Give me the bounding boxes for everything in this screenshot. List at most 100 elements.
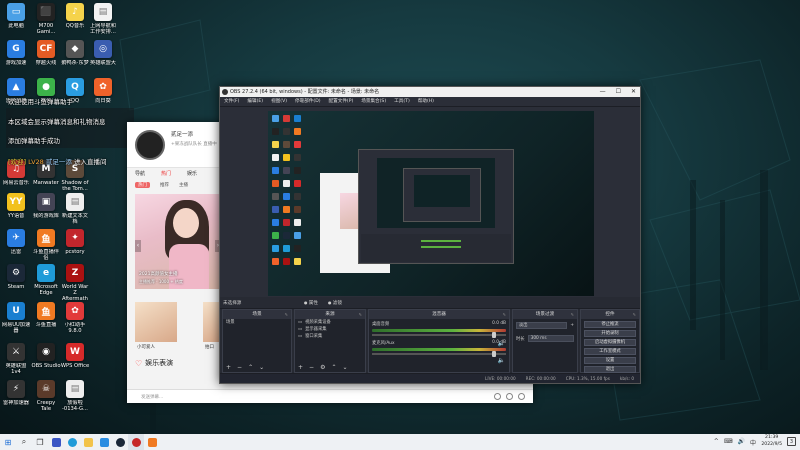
menu-file[interactable]: 文件(F) <box>224 97 239 106</box>
desktop-icon[interactable]: ⬛ M700 Gami... <box>31 3 61 35</box>
menu-help[interactable]: 帮助(H) <box>418 97 434 106</box>
menu-docks[interactable]: 停靠部件(D) <box>295 97 321 106</box>
desktop-icon[interactable]: YY YY语音 <box>1 193 31 219</box>
desktop-icon[interactable]: CF 穿越火线 <box>31 40 61 66</box>
desktop-icon[interactable]: ▤ 新建文本文 档 <box>60 193 90 225</box>
task-view-icon[interactable]: ❐ <box>32 434 48 450</box>
obs-titlebar[interactable]: OBS 27.2.4 (64 bit, windows) - 配置文件: 未命名… <box>220 87 640 97</box>
desktop-icon[interactable]: ⚡ 雷神加速器 <box>1 380 31 406</box>
desktop-icon[interactable]: 鱼斗鱼直播 <box>31 302 61 328</box>
tab-nav[interactable]: 导航 <box>135 170 145 177</box>
desktop-icon[interactable]: ⚔ 英雄联盟 1v4 <box>1 343 31 375</box>
stop-streaming-button[interactable]: 停止推流 <box>584 321 636 328</box>
add-icon[interactable]: + <box>226 364 231 371</box>
close-icon[interactable]: ✕ <box>631 87 636 97</box>
source-item[interactable]: ▭ 视频采集设备 <box>295 319 365 326</box>
duration-input[interactable]: 300 ms <box>527 335 574 342</box>
desktop-icon[interactable]: ◉ OBS Studio <box>31 343 61 369</box>
move-up-icon[interactable]: ⌃ <box>331 364 336 371</box>
taskbar-app-douyu[interactable] <box>144 434 160 450</box>
subtab-anchor[interactable]: 主播 <box>179 182 188 188</box>
dock-menu-icon[interactable]: ✎ <box>633 310 636 319</box>
subtab-recommend[interactable]: 推荐 <box>160 182 169 188</box>
desktop-icon[interactable]: W WPS Office <box>60 343 90 369</box>
taskbar-app-obs[interactable] <box>128 434 144 450</box>
start-recording-button[interactable]: 开始录制 <box>584 330 636 337</box>
volume-slider[interactable] <box>372 332 506 338</box>
avatar[interactable] <box>135 130 165 160</box>
taskbar-app-store[interactable] <box>96 434 112 450</box>
thumbnail-1[interactable] <box>135 302 177 342</box>
menu-profile[interactable]: 配置文件(P) <box>329 97 354 106</box>
desktop-icon[interactable]: ✿ 向日葵 <box>88 78 118 104</box>
desktop-icon[interactable]: ▣ 我的游戏库 <box>31 193 61 219</box>
scene-item[interactable]: 场景 <box>223 319 291 326</box>
desktop-icon[interactable]: ✿ 小红助手 9.8.0 <box>60 302 90 334</box>
move-down-icon[interactable]: ⌄ <box>342 364 347 371</box>
dock-menu-icon[interactable]: ✎ <box>571 310 574 319</box>
volume-slider[interactable] <box>372 351 506 357</box>
exit-button[interactable]: 退出 <box>584 366 636 373</box>
taskbar-app-edge[interactable] <box>64 434 80 450</box>
minimize-icon[interactable]: — <box>600 87 606 97</box>
start-icon[interactable]: ⊞ <box>0 434 16 450</box>
speaker-icon[interactable]: 🔈 <box>498 357 505 364</box>
add-icon[interactable]: + <box>570 323 574 328</box>
menu-view[interactable]: 视图(V) <box>271 97 287 106</box>
ime-icon[interactable]: 中 <box>750 438 756 447</box>
desktop-icon[interactable]: U 网易UU加速器 <box>1 302 31 334</box>
gift-icon[interactable] <box>506 393 513 400</box>
studio-mode-button[interactable]: 工作室模式 <box>584 348 636 355</box>
menu-edit[interactable]: 编辑(E) <box>247 97 263 106</box>
desktop-icon[interactable]: ◎ 英雄联盟大 <box>88 40 118 66</box>
dock-menu-icon[interactable]: ✎ <box>359 310 362 319</box>
danmaku-input[interactable]: 发送弹幕... <box>127 389 533 403</box>
subtab-hot[interactable]: 热门 <box>135 182 150 188</box>
remove-icon[interactable]: − <box>309 364 314 371</box>
emoji-icon[interactable] <box>494 393 501 400</box>
banner-prev-icon[interactable]: ‹ <box>135 240 141 252</box>
desktop-icon[interactable]: Z World War Z Aftermath <box>60 264 90 302</box>
keyboard-icon[interactable]: ⌨ <box>724 438 733 447</box>
desktop-icon[interactable]: ♪ QQ音乐 <box>60 3 90 29</box>
remove-icon[interactable]: − <box>237 364 242 371</box>
desktop-icon[interactable]: ☠ Creepy Tale <box>31 380 61 412</box>
notification-icon[interactable]: 3 <box>787 437 796 446</box>
tab-hot[interactable]: 热门 <box>161 170 171 177</box>
desktop-icon[interactable]: ⚙ Steam <box>1 264 31 290</box>
dock-menu-icon[interactable]: ✎ <box>285 310 288 319</box>
desktop-icon[interactable]: 鱼斗鱼直播伴 侣 <box>31 229 61 261</box>
dock-menu-icon[interactable]: ✎ <box>503 310 506 319</box>
send-icon[interactable] <box>518 393 525 400</box>
virtual-camera-button[interactable]: 启动虚拟摄像机 <box>584 339 636 346</box>
move-down-icon[interactable]: ⌄ <box>259 364 264 371</box>
desktop-icon[interactable]: ▤ 上网导航和 工作安排... <box>88 3 118 35</box>
obs-preview-canvas[interactable] <box>268 111 594 296</box>
source-item[interactable]: ▭ 窗口采集 <box>295 333 365 340</box>
desktop-icon[interactable]: ✈ 迅雷 <box>1 229 31 255</box>
maximize-icon[interactable]: ☐ <box>616 87 621 97</box>
properties-button[interactable]: 属性 <box>304 300 318 306</box>
taskbar-app-folder[interactable] <box>80 434 96 450</box>
desktop-icon[interactable]: ◆ 鹅鸭杀·东梦 <box>60 40 90 66</box>
taskbar-app-wps[interactable] <box>48 434 64 450</box>
speaker-icon[interactable]: 🔈 <box>498 340 505 347</box>
volume-icon[interactable]: 🔊 <box>738 438 745 447</box>
desktop-icon[interactable]: ▤ 放假啦 -0134-G... <box>60 380 90 412</box>
filters-button[interactable]: 滤镜 <box>328 300 342 306</box>
desktop-icon[interactable]: e Microsoft Edge <box>31 264 61 296</box>
move-up-icon[interactable]: ⌃ <box>248 364 253 371</box>
menu-tools[interactable]: 工具(T) <box>394 97 410 106</box>
gear-icon[interactable]: ⚙ <box>320 364 325 371</box>
tab-entertainment[interactable]: 娱乐 <box>187 170 197 177</box>
desktop-icon[interactable]: G 游戏加速 <box>1 40 31 66</box>
add-icon[interactable]: + <box>298 364 303 371</box>
taskbar-app-steam[interactable] <box>112 434 128 450</box>
transition-type-select[interactable]: 淡出 <box>516 322 568 329</box>
menu-scene-collection[interactable]: 场景集合(S) <box>361 97 386 106</box>
search-icon[interactable]: ⌕ <box>16 434 32 450</box>
tray-overflow-icon[interactable]: ^ <box>714 438 719 447</box>
settings-button[interactable]: 设置 <box>584 357 636 364</box>
featured-banner[interactable]: 2021高颜值女主播 主播推荐 · 1000 + 热度 <box>135 194 221 289</box>
source-item[interactable]: ▭ 显示器采集 <box>295 326 365 333</box>
